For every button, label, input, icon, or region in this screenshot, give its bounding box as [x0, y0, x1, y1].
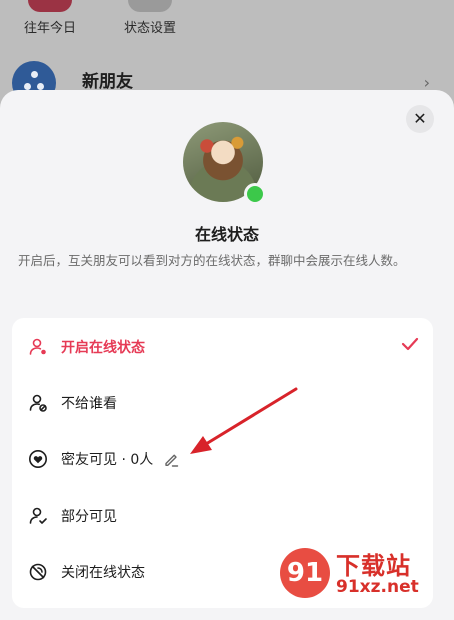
close-icon: ✕	[413, 109, 427, 128]
watermark-domain: 91xz.net	[336, 577, 419, 597]
shortcut-status-settings[interactable]: 状态设置	[105, 0, 195, 36]
option-hide-from[interactable]: 不给谁看	[12, 377, 433, 429]
checkmark-icon	[401, 336, 419, 355]
new-friend-label: 新朋友	[82, 72, 133, 92]
shortcut-past-today[interactable]: 往年今日	[5, 0, 95, 36]
watermark-brand: 下载站	[336, 552, 411, 580]
option-enable-online-status[interactable]: 开启在线状态	[12, 321, 433, 373]
user-check-icon	[27, 505, 49, 527]
online-status-sheet: ✕ 在线状态 开启后，互关朋友可以看到对方的在线状态，群聊中会展示在线人数。 开…	[0, 90, 454, 620]
past-today-icon	[28, 0, 72, 12]
option-label: 不给谁看	[61, 396, 117, 412]
online-indicator	[244, 183, 266, 205]
offline-icon	[27, 561, 49, 583]
watermark: 91 下载站 91xz.net	[280, 546, 450, 602]
user-online-icon	[27, 336, 49, 358]
option-partially-visible[interactable]: 部分可见	[12, 490, 433, 542]
close-button[interactable]: ✕	[406, 105, 434, 133]
option-label: 部分可见	[61, 509, 117, 525]
sheet-description: 开启后，互关朋友可以看到对方的在线状态，群聊中会展示在线人数。	[18, 253, 406, 268]
heart-circle-icon	[27, 448, 49, 470]
option-label: 密友可见 · 0人	[61, 452, 154, 468]
option-label: 开启在线状态	[61, 340, 145, 356]
option-label: 关闭在线状态	[61, 565, 145, 581]
user-block-icon	[27, 392, 49, 414]
shortcut-label: 往年今日	[23, 21, 76, 36]
status-settings-icon	[128, 0, 172, 12]
option-close-friends[interactable]: 密友可见 · 0人	[12, 433, 433, 485]
sheet-title: 在线状态	[194, 225, 259, 244]
watermark-logo: 91	[280, 548, 330, 598]
shortcut-label: 状态设置	[123, 21, 176, 36]
edit-pencil-icon[interactable]	[163, 451, 180, 468]
